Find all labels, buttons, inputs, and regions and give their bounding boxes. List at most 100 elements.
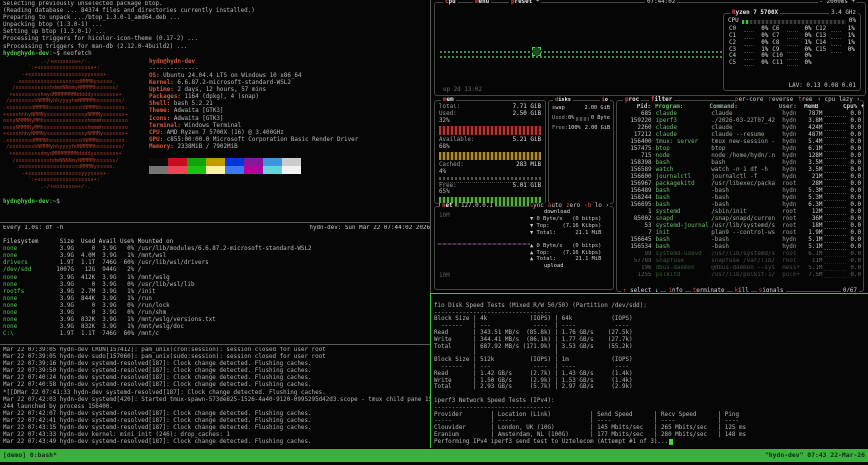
neofetch-underline: -------------- bbox=[149, 65, 199, 72]
swap-free-row: Free: 100% 2.00 GiB bbox=[552, 125, 611, 132]
pane-neofetch[interactable]: Selecting previously unselected package … bbox=[3, 1, 430, 221]
swap-used-row: Used: 0% 0 Byte bbox=[552, 115, 610, 122]
color-swatch bbox=[225, 165, 244, 174]
pane-border-vertical-bottom[interactable] bbox=[430, 293, 431, 448]
proc-info-button[interactable]: info bbox=[666, 287, 685, 292]
uptime-label: up 2d 13:02 bbox=[443, 86, 483, 93]
btop-tab-disks[interactable]: disks bbox=[553, 97, 573, 105]
btop-menu-button[interactable]: menu bbox=[473, 0, 492, 7]
tmux-host-clock: "hydn-dev" 07:43 22-Mar-26 bbox=[764, 451, 865, 459]
watch-host-datetime: hydn-dev: Sun Mar 22 07:44:02 2026 bbox=[309, 225, 430, 231]
btop-mem-box: mem Total: 7.71 GiB Used: 2.50 GiB 32% Ava… bbox=[434, 97, 546, 206]
upload-label: upload bbox=[544, 263, 564, 270]
df-row: drivers 1.9T 1.1T 746G 60% /usr/lib/wsl/… bbox=[3, 260, 209, 267]
net-scale-bottom: 10M bbox=[439, 273, 450, 279]
btop-refresh-rate[interactable]: - 2000ms + bbox=[817, 0, 857, 7]
df-row: /dev/sdd 1007G 12G 944G 2% / bbox=[3, 267, 142, 274]
df-row: none 3.9G 832K 3.9G 1% /mnt/wslg/doc bbox=[3, 324, 184, 331]
pane-border-vertical-top[interactable] bbox=[430, 0, 431, 293]
btop-tab-mem[interactable]: mem bbox=[441, 97, 456, 105]
watch-header: Every 1.0s: df -h hydn-dev: Sun Mar 22 0… bbox=[3, 225, 430, 232]
tmux-session-window[interactable]: [demo] 0:bash* bbox=[3, 449, 57, 462]
cpu-graph-line bbox=[440, 51, 723, 53]
proc-footer: ↑ select ↓ info terminate kill signals 0… bbox=[621, 287, 859, 292]
proc-option[interactable]: tree bbox=[798, 97, 812, 104]
palette-row-normal bbox=[149, 157, 358, 166]
color-swatch bbox=[168, 165, 187, 174]
core-column-2: C6 0% C7 0% C8 1% C9 0% C10 0% C11 0% bbox=[770, 26, 813, 67]
mem-used-row: Used: 2.50 GiB bbox=[439, 111, 541, 117]
process-row[interactable]: 1255 polkitd /usr/lib/polkit-1/ polk+ 7.… bbox=[619, 272, 861, 279]
mem-cached-graph bbox=[439, 177, 541, 180]
cpu-cores-box: Ryzen 7 5700X 3.4 GHz CPU 0% C0 0% C1 0% C2 0… bbox=[723, 10, 861, 91]
color-swatch bbox=[187, 157, 206, 166]
proc-options[interactable]: per-core reverse tree ‹ cpu lazy › bbox=[735, 97, 860, 105]
proc-option[interactable]: per-core bbox=[735, 97, 763, 104]
neofetch-info-line: Shell: bash 5.2.21 bbox=[149, 101, 213, 108]
color-swatch bbox=[282, 165, 301, 174]
btop-tab-net[interactable]: net bbox=[440, 203, 455, 211]
color-swatch bbox=[206, 157, 225, 166]
proc-selection-count: 0/67 bbox=[840, 287, 859, 292]
neofetch-command: neofetch bbox=[63, 50, 92, 57]
proc-option[interactable]: ‹ cpu lazy › bbox=[817, 97, 860, 104]
swap-header: swap 2.00 GiB bbox=[552, 105, 610, 111]
btop-tab-proc[interactable]: proc bbox=[623, 97, 642, 105]
mem-available-row: Available: 5.21 GiB bbox=[439, 137, 541, 143]
btop-cpu-box: cpu menu preset * 07:44:02 - 2000ms + up… bbox=[434, 0, 866, 96]
df-row: none 3.9G 412K 3.9G 1% /mnt/wslg bbox=[3, 274, 170, 281]
mem-available-pct: 68% bbox=[439, 144, 450, 150]
neofetch-info-line: Uptime: 2 days, 12 hours, 57 mins bbox=[149, 87, 267, 94]
net-scale-top: 10M bbox=[439, 213, 450, 219]
core-column-1: C0 0% C1 0% C2 0% C3 1% C4 0% C5 0% bbox=[727, 26, 770, 67]
df-row: none 3.9G 0 3.9G 0% /run/shm bbox=[3, 310, 167, 317]
df-row: none 3.9G 0 3.9G 0% /usr/lib/wsl/lib bbox=[3, 281, 195, 288]
speedtest-current-line: Performing IPv4 iperf3 send test to Uzte… bbox=[434, 439, 868, 446]
palette-row-bright bbox=[149, 165, 358, 174]
pane-watch-df[interactable]: Every 1.0s: df -h hydn-dev: Sun Mar 22 0… bbox=[3, 225, 430, 343]
color-swatch bbox=[206, 165, 225, 174]
df-row: none 3.9G 4.0M 3.9G 1% /mnt/wsl bbox=[3, 253, 167, 260]
cpu-total-meter bbox=[741, 19, 846, 24]
neofetch-info-line: Packages: 1164 (dpkg), 4 (snap) bbox=[149, 94, 259, 101]
pane-btop[interactable]: cpu menu preset * 07:44:02 - 2000ms + up… bbox=[432, 0, 868, 292]
neofetch-info-line: CPU: AMD Ryzen 7 5700X (16) @ 3.400GHz bbox=[149, 129, 284, 136]
neofetch-info-line: Icons: Adwaita [GTK3] bbox=[149, 115, 224, 122]
color-swatch bbox=[225, 157, 244, 166]
color-swatch bbox=[263, 157, 282, 166]
core-row: C5 0% bbox=[729, 60, 769, 67]
pane-border-horizontal-2[interactable] bbox=[0, 344, 430, 345]
cpu-model-label: Ryzen 7 5700X bbox=[730, 10, 781, 18]
df-row: C:\ 1.9T 1.1T 746G 60% /mnt/c bbox=[3, 331, 160, 338]
pane-border-horizontal-1[interactable] bbox=[0, 222, 430, 223]
color-swatch bbox=[168, 157, 187, 166]
proc-select-buttons[interactable]: ↑ select ↓ bbox=[621, 287, 661, 292]
neofetch-output: .-/+oossssoo+/-. `:+ssssssssssssssssss+:… bbox=[3, 59, 430, 191]
proc-signals-button[interactable]: signals bbox=[756, 287, 786, 292]
btop-io-toggle[interactable]: io bbox=[599, 97, 610, 105]
btop-preset-button[interactable]: preset * bbox=[509, 0, 542, 7]
proc-option[interactable]: reverse bbox=[768, 97, 793, 104]
btop-tab-cpu[interactable]: cpu bbox=[443, 0, 458, 7]
color-swatch bbox=[244, 157, 263, 166]
net-interface[interactable]: 127.0.0.1 bbox=[459, 203, 495, 211]
mem-total-row: Total: 7.71 GiB bbox=[439, 104, 541, 110]
shell-prompt-line: hydn@hydn-dev:~$ neofetch bbox=[3, 51, 430, 58]
proc-terminate-button[interactable]: terminate bbox=[690, 287, 727, 292]
df-row: none 3.9G 832K 3.9G 1% /mnt/wslg/version… bbox=[3, 317, 216, 324]
color-swatch bbox=[263, 165, 282, 174]
pane-speedtest[interactable]: fio Disk Speed Tests (Mixed R/W 50/50) (… bbox=[434, 296, 868, 447]
neofetch-info-line: Terminal: Windows Terminal bbox=[149, 122, 242, 129]
prompt-path: :~$ bbox=[49, 50, 64, 57]
neofetch-info-line: OS: Ubuntu 24.04.4 LTS on Windows 10 x86… bbox=[149, 72, 302, 79]
proc-kill-button[interactable]: kill bbox=[732, 287, 751, 292]
core-grid: C0 0% C1 0% C2 0% C3 1% C4 0% C5 0% C6 0% C7 0% C8 1% C9 0… bbox=[727, 26, 857, 67]
swap-used-meter bbox=[576, 116, 589, 121]
df-row: none 3.9G 0 3.9G 0% /usr/lib/modules/6.6… bbox=[3, 246, 312, 253]
pane-border-active[interactable] bbox=[431, 293, 868, 294]
speedtest-output: fio Disk Speed Tests (Mixed R/W 50/50) (… bbox=[434, 302, 747, 438]
core-column-3: C12 1% C13 1% C14 1% C15 0% bbox=[814, 26, 857, 67]
neofetch-title: hydn@hydn-dev bbox=[149, 58, 196, 65]
pane-journal[interactable]: Mar 22 07:39:05 hydn-dev CRON[157412]: p… bbox=[3, 347, 430, 447]
proc-filter-button[interactable]: filter bbox=[649, 97, 675, 105]
